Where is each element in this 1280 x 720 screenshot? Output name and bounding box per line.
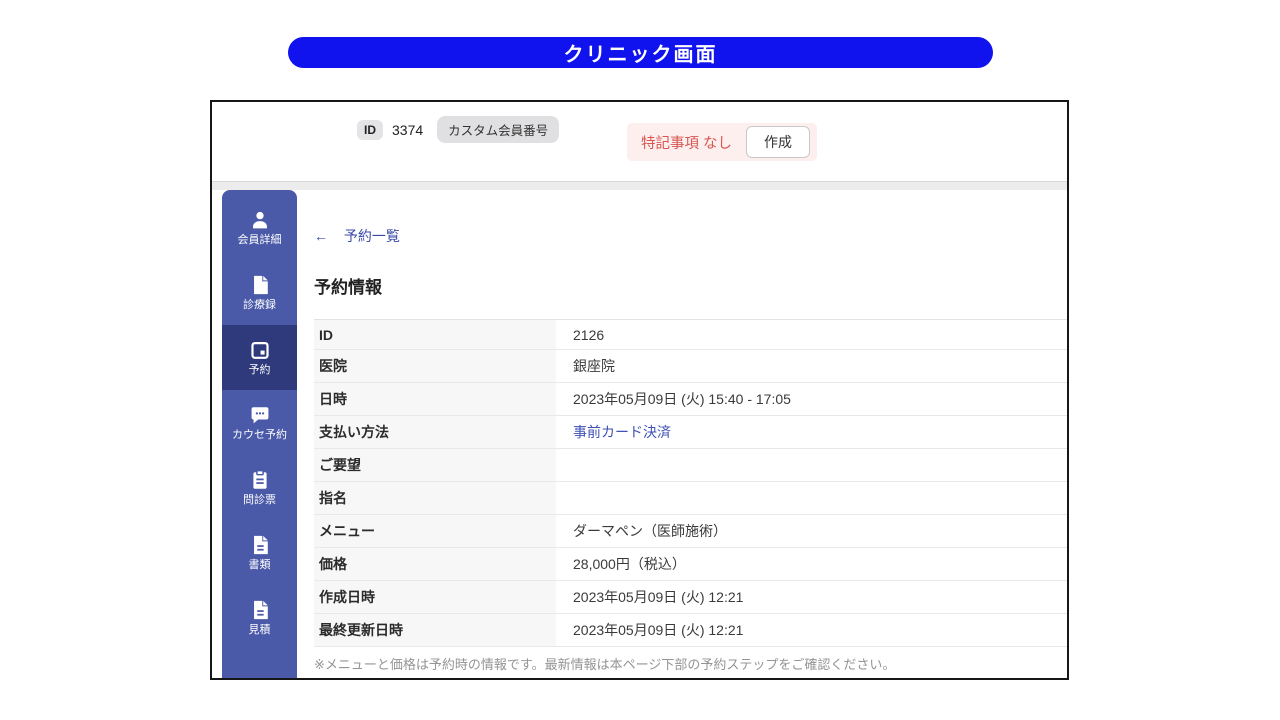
banner-title: クリニック画面 (563, 44, 718, 66)
create-button[interactable]: 作成 (746, 126, 811, 158)
member-header: ID 3374 カスタム会員番号 特記事項 なし 作成 (212, 102, 1067, 181)
sidebar: 会員詳細診療録予約カウセ予約問診票書類見積 (222, 190, 297, 678)
sidebar-item-label: 予約 (248, 364, 271, 376)
row-label: ID (314, 320, 556, 349)
row-value: 2126 (573, 326, 605, 343)
member-id-value: 3374 (392, 121, 424, 138)
clipboard-icon (249, 469, 271, 491)
row-label: 作成日時 (314, 581, 556, 613)
sidebar-item-会員詳細[interactable]: 会員詳細 (222, 195, 297, 260)
special-notes-text: 特記事項 なし (641, 135, 733, 152)
member-window: ID 3374 カスタム会員番号 特記事項 なし 作成 会員詳細診療録予約カウセ… (210, 100, 1069, 680)
sidebar-item-label: カウセ予約 (232, 429, 287, 441)
special-notes-box: 特記事項 なし 作成 (627, 123, 818, 161)
row-label: ご要望 (314, 449, 556, 481)
file-icon (249, 274, 271, 296)
sidebar-item-書類[interactable]: 書類 (222, 520, 297, 585)
sidebar-item-label: 診療録 (243, 299, 276, 311)
row-value (556, 482, 1067, 514)
table-row: 支払い方法 事前カード決済 (314, 416, 1067, 449)
table-row: ID 2126 (314, 320, 1067, 350)
table-row: 価格 28,000円（税込） (314, 548, 1067, 581)
table-row: 作成日時 2023年05月09日 (火) 12:21 (314, 581, 1067, 614)
page-title: 予約情報 (314, 278, 382, 297)
row-value: 2023年05月09日 (火) 12:21 (573, 589, 744, 605)
reservation-table: ID 2126 医院 銀座院日時 2023年05月09日 (火) 15:40 - 17:… (314, 319, 1067, 647)
header-divider (212, 181, 1067, 190)
custom-member-number-badge: カスタム会員番号 (437, 116, 560, 143)
row-value: 2023年05月09日 (火) 12:21 (573, 622, 744, 638)
row-value-link[interactable]: 事前カード決済 (556, 416, 1067, 448)
sidebar-item-label: 問診票 (243, 494, 276, 506)
document-icon (249, 599, 271, 621)
table-row: 医院 銀座院 (314, 350, 1067, 383)
chat-icon (249, 404, 271, 426)
row-label: 最終更新日時 (314, 614, 556, 646)
sidebar-item-label: 書類 (248, 559, 271, 571)
row-value: ダーマペン（医師施術） (573, 523, 727, 539)
sidebar-item-見積[interactable]: 見積 (222, 585, 297, 650)
id-badge: ID (357, 119, 383, 140)
row-label: メニュー (314, 515, 556, 547)
row-label: 価格 (314, 548, 556, 580)
sidebar-item-label: 見積 (248, 624, 271, 636)
table-footnote: ※メニューと価格は予約時の情報です。最新情報は本ページ下部の予約ステップをご確認… (314, 657, 896, 672)
document-icon (249, 534, 271, 556)
calendar-icon (249, 339, 271, 361)
sidebar-item-問診票[interactable]: 問診票 (222, 455, 297, 520)
table-row: ご要望 (314, 449, 1067, 482)
row-label: 日時 (314, 383, 556, 415)
back-to-reservation-list-link[interactable]: ← 予約一覧 (314, 226, 400, 246)
sidebar-item-カウセ予約[interactable]: カウセ予約 (222, 390, 297, 455)
table-row: メニュー ダーマペン（医師施術） (314, 515, 1067, 548)
screen: クリニック画面 ID 3374 カスタム会員番号 特記事項 なし 作成 会員詳細… (0, 0, 1280, 720)
back-arrow-icon: ← (314, 228, 328, 244)
sidebar-item-診療録[interactable]: 診療録 (222, 260, 297, 325)
row-label: 医院 (314, 350, 556, 382)
table-row: 最終更新日時 2023年05月09日 (火) 12:21 (314, 614, 1067, 647)
row-label: 支払い方法 (314, 416, 556, 448)
member-id-group: ID 3374 カスタム会員番号 (357, 116, 560, 143)
table-row: 日時 2023年05月09日 (火) 15:40 - 17:05 (314, 383, 1067, 416)
reservation-content: ← 予約一覧 予約情報 ID 2126 医院 銀座院日時 2023年05月09日 (火)… (314, 190, 1067, 673)
row-value (556, 449, 1067, 481)
row-label: 指名 (314, 482, 556, 514)
clinic-screen-banner: クリニック画面 (288, 37, 993, 68)
member-body: 会員詳細診療録予約カウセ予約問診票書類見積 ← 予約一覧 予約情報 ID 2126… (212, 190, 1067, 678)
table-row: 指名 (314, 482, 1067, 515)
row-value: 2023年05月09日 (火) 15:40 - 17:05 (573, 391, 791, 407)
sidebar-item-予約[interactable]: 予約 (222, 325, 297, 390)
person-icon (249, 209, 271, 231)
row-value: 28,000円（税込） (573, 556, 686, 572)
row-value: 銀座院 (573, 358, 615, 374)
sidebar-item-label: 会員詳細 (237, 234, 282, 246)
